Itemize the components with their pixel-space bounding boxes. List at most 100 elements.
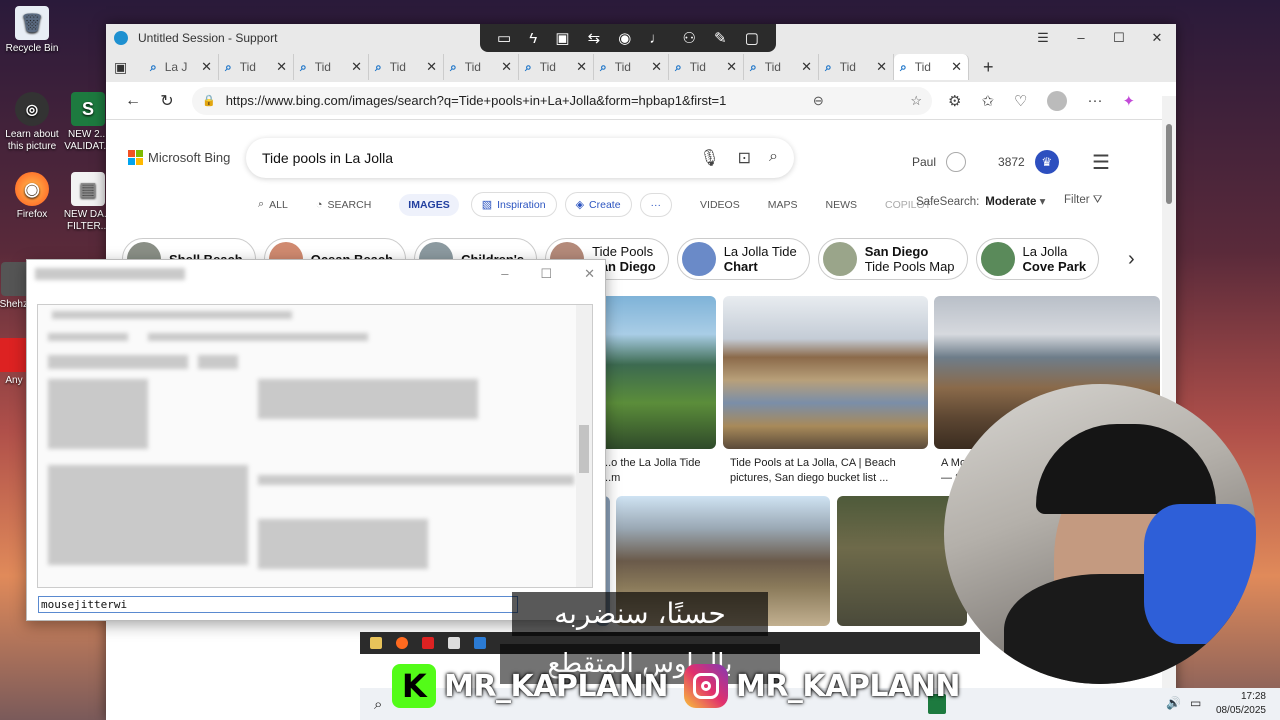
minimize-button[interactable]: – bbox=[1062, 24, 1100, 52]
chevron-down-icon: ▾ bbox=[1039, 196, 1046, 208]
close-tab-icon[interactable]: ✕ bbox=[576, 59, 587, 75]
taskbar-clock[interactable]: 17:28 08/05/2025 bbox=[1216, 690, 1266, 718]
search-icon[interactable]: ⌕ bbox=[374, 696, 382, 713]
nav-inspiration[interactable]: ▧ Inspiration bbox=[470, 192, 557, 217]
chevron-right-icon[interactable]: › bbox=[1128, 248, 1135, 271]
transfer-icon[interactable]: ⇆ bbox=[588, 29, 601, 47]
close-tab-icon[interactable]: ✕ bbox=[276, 59, 287, 75]
zoom-icon[interactable]: ⊖ bbox=[799, 93, 824, 109]
safesearch-dropdown[interactable]: SafeSearch: Moderate ▾ bbox=[916, 194, 1045, 208]
nav-create[interactable]: ◈ Create bbox=[564, 192, 632, 217]
excel-icon: S bbox=[71, 92, 105, 126]
microphone-icon[interactable]: 🎙 bbox=[699, 148, 719, 168]
close-tab-icon[interactable]: ✕ bbox=[201, 59, 212, 75]
image-caption[interactable]: ...o the La Jolla Tide ...m bbox=[602, 456, 714, 486]
close-tab-icon[interactable]: ✕ bbox=[876, 59, 887, 75]
monitor-icon[interactable]: ▭ bbox=[497, 29, 511, 47]
browser-tab[interactable]: ⌕ Tid ✕ bbox=[294, 54, 369, 80]
related-chip[interactable]: San Diego Tide Pools Map bbox=[817, 238, 968, 280]
close-tab-icon[interactable]: ✕ bbox=[501, 59, 512, 75]
browser-tab[interactable]: ⌕ La J ✕ bbox=[144, 54, 219, 80]
search-input[interactable]: Tide pools in La Jolla 🎙 ⊡ ⌕ bbox=[246, 138, 794, 178]
related-chip[interactable]: La Jolla Cove Park bbox=[975, 238, 1100, 280]
menu-icon[interactable]: ☰ bbox=[1024, 24, 1062, 52]
browser-tab[interactable]: ⌕ Tid ✕ bbox=[594, 54, 669, 80]
camera-icon[interactable]: ◉ bbox=[618, 29, 631, 47]
favorite-star-icon[interactable]: ☆ bbox=[896, 93, 922, 109]
chat-icon[interactable]: ▢ bbox=[745, 29, 759, 47]
settings-icon[interactable] bbox=[448, 637, 460, 649]
visual-search-icon[interactable]: ⊡ bbox=[738, 148, 751, 168]
scrollbar-thumb[interactable] bbox=[1166, 124, 1172, 204]
search-icon[interactable]: ⌕ bbox=[769, 148, 778, 168]
dialog-scrollbar[interactable] bbox=[576, 305, 592, 587]
users-icon[interactable]: ⚇ bbox=[683, 29, 696, 47]
close-tab-icon[interactable]: ✕ bbox=[726, 59, 737, 75]
desktop-icon-recycle-bin[interactable]: 🗑 Recycle Bin bbox=[0, 6, 64, 55]
favorites-icon[interactable]: ✩ bbox=[981, 92, 994, 110]
browser-tab-active[interactable]: ⌕ Tid ✕ bbox=[894, 54, 969, 80]
rewards-points[interactable]: 3872 bbox=[998, 155, 1025, 169]
nav-label: MAPS bbox=[767, 198, 798, 211]
nav-all[interactable]: ⌕ ALL bbox=[258, 198, 288, 211]
browser-tab[interactable]: ⌕ Tid ✕ bbox=[219, 54, 294, 80]
microphone-icon[interactable]: ♩ bbox=[649, 30, 664, 47]
health-icon[interactable]: ♡ bbox=[1014, 92, 1027, 110]
copilot-icon[interactable]: ✦ bbox=[1122, 92, 1135, 110]
url-field[interactable]: 🔒 https://www.bing.com/images/search?q=T… bbox=[192, 86, 932, 115]
close-tab-icon[interactable]: ✕ bbox=[351, 59, 362, 75]
desktop-icon-firefox[interactable]: ◉ Firefox bbox=[0, 172, 64, 221]
related-chip[interactable]: La Jolla Tide Chart bbox=[676, 238, 810, 280]
nav-images[interactable]: IMAGES bbox=[399, 193, 459, 216]
bing-logo[interactable]: Microsoft Bing bbox=[128, 150, 230, 165]
browser-tab[interactable]: ⌕ Tid ✕ bbox=[744, 54, 819, 80]
browser-tab[interactable]: ⌕ Tid ✕ bbox=[444, 54, 519, 80]
image-result[interactable] bbox=[723, 296, 928, 449]
desktop-icon-learn-picture[interactable]: ◎ Learn about this picture bbox=[0, 92, 64, 153]
dialog-close-button[interactable]: ✕ bbox=[584, 266, 595, 282]
firefox-icon[interactable] bbox=[396, 637, 408, 649]
user-icon[interactable] bbox=[946, 152, 967, 172]
browser-tab[interactable]: ⌕ Tid ✕ bbox=[369, 54, 444, 80]
browser-tab[interactable]: ⌕ Tid ✕ bbox=[669, 54, 744, 80]
battery-icon[interactable]: ▭ bbox=[1190, 696, 1201, 710]
user-name[interactable]: Paul bbox=[912, 155, 936, 169]
refresh-icon[interactable]: ↻ bbox=[150, 91, 184, 111]
app-icon[interactable] bbox=[422, 637, 434, 649]
nav-more[interactable]: ··· bbox=[639, 192, 673, 217]
maximize-button[interactable]: ☐ bbox=[1100, 24, 1138, 52]
trophy-icon[interactable]: ♛ bbox=[1034, 150, 1059, 174]
browser-tab[interactable]: ⌕ Tid ✕ bbox=[819, 54, 894, 80]
image-caption[interactable]: Tide Pools at La Jolla, CA | Beach pictu… bbox=[730, 456, 930, 486]
new-tab-button[interactable]: + bbox=[983, 57, 994, 78]
image-result[interactable] bbox=[596, 296, 716, 449]
filter-button[interactable]: Filter ⛛ bbox=[1064, 194, 1102, 207]
more-menu-icon[interactable]: ··· bbox=[1087, 92, 1102, 109]
nav-maps[interactable]: MAPS bbox=[768, 199, 798, 211]
back-icon[interactable]: ← bbox=[116, 92, 150, 110]
nav-news[interactable]: NEWS bbox=[826, 199, 858, 211]
folder-icon[interactable] bbox=[370, 637, 382, 649]
command-input[interactable]: mousejitterwi bbox=[38, 596, 518, 613]
profile-avatar[interactable] bbox=[1047, 90, 1068, 111]
dialog-minimize-button[interactable]: – bbox=[501, 266, 508, 282]
tab-actions-icon[interactable]: ▣ bbox=[114, 59, 144, 76]
close-tab-icon[interactable]: ✕ bbox=[801, 59, 812, 75]
dialog-list[interactable] bbox=[37, 304, 593, 588]
browser-tab[interactable]: ⌕ Tid ✕ bbox=[519, 54, 594, 80]
app-icon[interactable] bbox=[474, 637, 486, 649]
close-tab-icon[interactable]: ✕ bbox=[651, 59, 662, 75]
dialog-maximize-button[interactable]: ☐ bbox=[540, 266, 552, 282]
hamburger-menu-icon[interactable]: ☰ bbox=[1092, 150, 1110, 175]
toolbox-icon[interactable]: ▣ bbox=[555, 29, 569, 47]
close-tab-icon[interactable]: ✕ bbox=[426, 59, 437, 75]
nav-search[interactable]: ◔ SEARCH bbox=[316, 199, 371, 211]
nav-videos[interactable]: VIDEOS bbox=[700, 199, 740, 211]
extensions-icon[interactable]: ⚙ bbox=[948, 92, 961, 110]
speaker-icon[interactable]: 🔊 bbox=[1166, 696, 1181, 710]
close-tab-icon[interactable]: ✕ bbox=[951, 59, 962, 75]
lightning-icon[interactable]: ϟ bbox=[529, 30, 537, 47]
scrollbar-thumb[interactable] bbox=[579, 425, 589, 473]
close-button[interactable]: ✕ bbox=[1138, 24, 1176, 52]
pencil-icon[interactable]: ✎ bbox=[714, 29, 727, 47]
